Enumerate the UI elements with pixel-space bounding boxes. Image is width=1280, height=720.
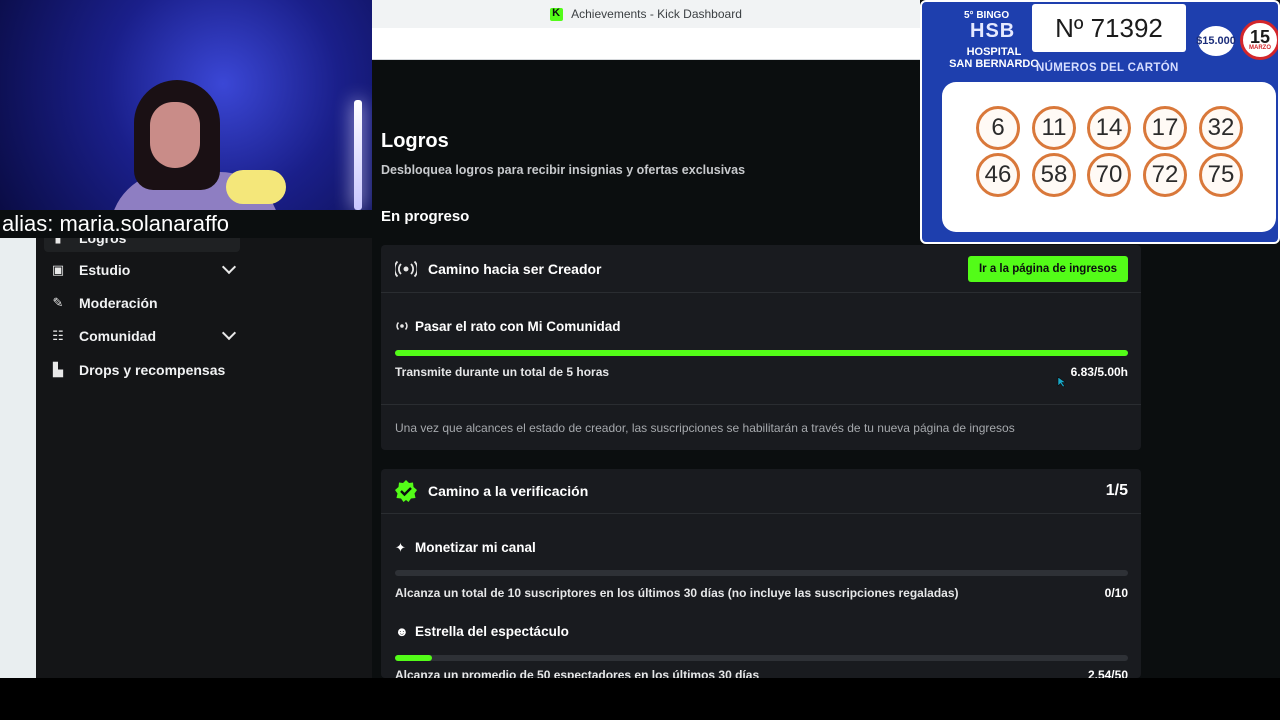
studio-icon: ▣ — [51, 262, 65, 277]
sidebar-item-label: Drops y recompensas — [79, 362, 226, 378]
webcam-overlay — [0, 0, 372, 210]
sparkle-icon: ✦ — [395, 540, 406, 555]
card-divider — [381, 292, 1141, 293]
progress-fill — [395, 350, 1128, 356]
bingo-number: 17 — [1143, 106, 1187, 150]
wrench-icon: ✎ — [52, 295, 64, 310]
creator-note: Una vez que alcances el estado de creado… — [395, 421, 1015, 435]
bingo-number: 72 — [1143, 153, 1187, 197]
sidebar-item-label: Estudio — [79, 262, 131, 278]
date-month: MARZO — [1249, 45, 1271, 51]
card-divider — [381, 513, 1141, 514]
bingo-logo-mid: HSB — [970, 20, 1016, 42]
prize-badge: $15.000 — [1196, 26, 1236, 56]
bingo-overlay: 5° BINGO HSB HOSPITAL SAN BERNARDO Nº 71… — [920, 0, 1280, 244]
progress-fill — [395, 655, 432, 661]
window-title: Achievements - Kick Dashboard — [571, 7, 742, 21]
page-title: Logros — [381, 130, 449, 152]
alias-text: alias: maria.solanaraffo — [2, 211, 230, 236]
sidebar-item-estudio[interactable]: ▣ Estudio — [50, 258, 240, 282]
sidebar-item-moderacion[interactable]: ✎ Moderación — [50, 291, 240, 315]
task-title-stream-hours: Pasar el rato con Mi Comunidad — [415, 319, 621, 334]
task-title-monetize: Monetizar mi canal — [415, 540, 536, 555]
task-description: Alcanza un promedio de 50 espectadores e… — [395, 668, 760, 678]
bingo-number: 58 — [1032, 153, 1076, 197]
task-progress-value: 6.83/5.00h — [1070, 365, 1128, 379]
kick-logo-icon — [550, 7, 564, 21]
progress-track — [395, 350, 1128, 356]
task-title-star: Estrella del espectáculo — [415, 624, 569, 639]
clipped-row: Alcanza un promedio de 50 espectadores e… — [381, 668, 1141, 678]
broadcast-small-icon — [396, 321, 408, 331]
ring-light — [354, 100, 362, 210]
sidebar-item-label: Comunidad — [79, 328, 156, 344]
drops-icon: ▙ — [53, 362, 63, 377]
sidebar-item-drops[interactable]: ▙ Drops y recompensas — [50, 358, 240, 382]
sidebar-item-label: Moderación — [79, 295, 158, 311]
plush-toy — [226, 170, 286, 204]
page-subtitle: Desbloquea logros para recibir insignias… — [381, 163, 746, 177]
numbers-box: 6 11 14 17 32 46 58 70 72 75 — [942, 82, 1276, 232]
bingo-number: 6 — [976, 106, 1020, 150]
bingo-number: 75 — [1199, 153, 1243, 197]
creator-card-title: Camino hacia ser Creador — [428, 261, 602, 277]
bingo-number: 46 — [976, 153, 1020, 197]
income-page-button[interactable]: Ir a la página de ingresos — [968, 256, 1128, 282]
mouse-cursor-icon — [1057, 376, 1067, 388]
sidebar-item-comunidad[interactable]: ☷ Comunidad — [50, 324, 240, 348]
verification-count: 1/5 — [1105, 482, 1128, 499]
community-icon: ☷ — [52, 328, 64, 343]
bingo-number: 70 — [1087, 153, 1131, 197]
task-description: Transmite durante un total de 5 horas — [395, 365, 610, 379]
bingo-number: 14 — [1087, 106, 1131, 150]
task-description: Alcanza un total de 10 suscriptores en l… — [395, 586, 959, 600]
section-heading: En progreso — [381, 208, 470, 225]
progress-track — [395, 655, 1128, 661]
date-badge: 15 MARZO — [1240, 20, 1278, 60]
bingo-number: 32 — [1199, 106, 1243, 150]
verified-badge-icon — [395, 480, 417, 502]
task-progress-value: 0/10 — [1104, 586, 1128, 600]
alias-banner: alias: maria.solanaraffo — [0, 210, 372, 238]
chevron-down-icon — [221, 259, 237, 275]
bingo-number: 11 — [1032, 106, 1076, 150]
verification-card-title: Camino a la verificación — [428, 483, 589, 499]
task-progress-value: 2.54/50 — [1087, 668, 1128, 678]
bingo-logo-line2: SAN BERNARDO — [949, 58, 1039, 70]
ticket-number: Nº 71392 — [1032, 4, 1186, 52]
date-day: 15 — [1249, 27, 1271, 47]
numbers-label: NÚMEROS DEL CARTÓN — [1036, 62, 1179, 74]
card-divider — [381, 404, 1141, 405]
window-titlebar: Achievements - Kick Dashboard — [372, 0, 920, 28]
bottom-bar — [0, 678, 1280, 720]
broadcast-icon — [395, 260, 417, 278]
chevron-down-icon — [221, 325, 237, 341]
viewers-icon: ☻ — [395, 624, 409, 639]
browser-toolbar — [372, 28, 920, 60]
progress-track — [395, 570, 1128, 576]
